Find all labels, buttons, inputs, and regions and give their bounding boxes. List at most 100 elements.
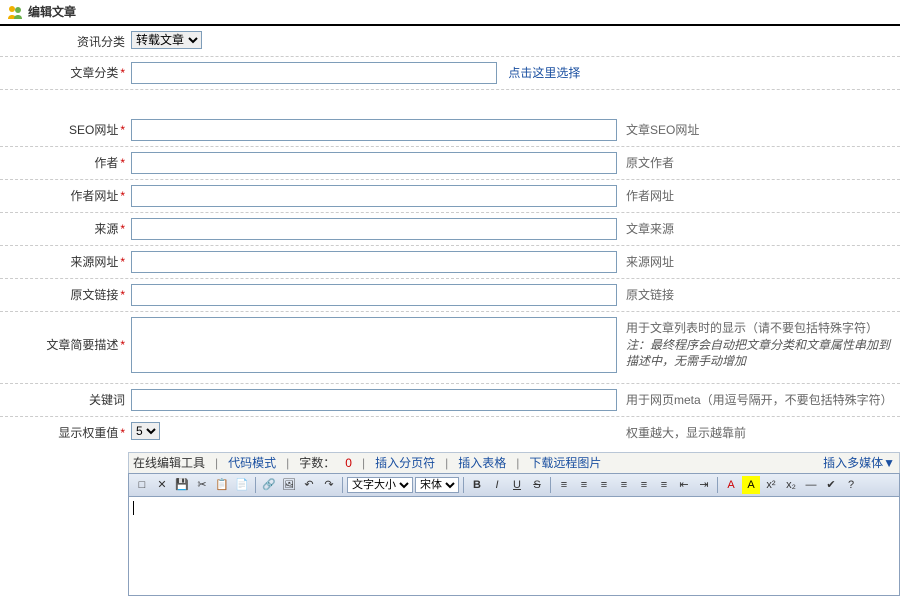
- tool-align-right-icon[interactable]: ≡: [595, 476, 613, 494]
- tool-unordered-list-icon[interactable]: ≡: [655, 476, 673, 494]
- label-weight: 显示权重值: [58, 426, 118, 440]
- link-select-category[interactable]: 点击这里选择: [508, 66, 580, 80]
- tool-outdent-icon[interactable]: ⇤: [675, 476, 693, 494]
- row-author: 作者* 原文作者: [0, 147, 900, 180]
- tool-strike-icon[interactable]: S: [528, 476, 546, 494]
- row-seo-url: SEO网址* 文章SEO网址: [0, 114, 900, 147]
- tool-help-icon[interactable]: ?: [842, 476, 860, 494]
- required-mark: *: [120, 288, 125, 302]
- hint-original-link: 原文链接: [626, 284, 900, 304]
- label-article-category: 文章分类: [70, 66, 118, 80]
- tool-bg-color-icon[interactable]: A: [742, 476, 760, 494]
- tool-font-color-icon[interactable]: A: [722, 476, 740, 494]
- editor-content-area[interactable]: [128, 497, 900, 596]
- link-insert-table[interactable]: 插入表格: [458, 455, 506, 472]
- textarea-summary[interactable]: [131, 317, 617, 373]
- required-mark: *: [120, 426, 125, 440]
- required-mark: *: [120, 123, 125, 137]
- tool-superscript-icon[interactable]: x²: [762, 476, 780, 494]
- input-source-url[interactable]: [131, 251, 617, 273]
- tool-align-center-icon[interactable]: ≡: [575, 476, 593, 494]
- tool-underline-icon[interactable]: U: [508, 476, 526, 494]
- editor-tool-label: 在线编辑工具: [133, 455, 205, 472]
- row-source-url: 来源网址* 来源网址: [0, 246, 900, 279]
- select-info-category[interactable]: 转载文章: [131, 31, 202, 49]
- tool-subscript-icon[interactable]: x₂: [782, 476, 800, 494]
- row-original-link: 原文链接* 原文链接: [0, 279, 900, 312]
- row-summary: 文章简要描述* 用于文章列表时的显示（请不要包括特殊字符） 注：最终程序会自动把…: [0, 312, 900, 384]
- required-mark: *: [120, 222, 125, 236]
- label-author: 作者: [94, 156, 118, 170]
- char-count-label: 字数：: [299, 455, 335, 472]
- hint-keywords: 用于网页meta（用逗号隔开，不要包括特殊字符）: [626, 389, 900, 409]
- label-keywords: 关键词: [89, 393, 125, 407]
- tool-italic-icon[interactable]: I: [488, 476, 506, 494]
- page-title: 编辑文章: [28, 4, 76, 21]
- editor-top-bar: 在线编辑工具 | 代码模式 | 字数：0 | 插入分页符 | 插入表格 | 下载…: [128, 452, 900, 473]
- editor-toolbar: □ ✕ 💾 ✂ 📋 📄 🔗 🖼 ↶ ↷ 文字大小 宋体 B I U S ≡ ≡ …: [128, 473, 900, 497]
- row-info-category: 资讯分类 转载文章: [0, 26, 900, 57]
- row-source: 来源* 文章来源: [0, 213, 900, 246]
- hint-weight: 权重越大，显示越靠前: [626, 422, 900, 442]
- tool-image-icon[interactable]: 🖼: [280, 476, 298, 494]
- required-mark: *: [120, 156, 125, 170]
- tool-cut-icon[interactable]: ✂: [193, 476, 211, 494]
- tool-hr-icon[interactable]: —: [802, 476, 820, 494]
- hint-source-url: 来源网址: [626, 251, 900, 271]
- link-insert-pagebreak[interactable]: 插入分页符: [375, 455, 435, 472]
- required-mark: *: [120, 338, 125, 352]
- hint-summary-1: 用于文章列表时的显示（请不要包括特殊字符）: [626, 320, 900, 337]
- tool-delete-icon[interactable]: ✕: [153, 476, 171, 494]
- input-source[interactable]: [131, 218, 617, 240]
- row-article-category: 文章分类* 点击这里选择: [0, 57, 900, 90]
- tool-bold-icon[interactable]: B: [468, 476, 486, 494]
- people-icon: [6, 3, 24, 21]
- tool-link-icon[interactable]: 🔗: [260, 476, 278, 494]
- tool-undo-icon[interactable]: ↶: [300, 476, 318, 494]
- label-source: 来源: [94, 222, 118, 236]
- char-count-value: 0: [345, 455, 352, 472]
- tool-ordered-list-icon[interactable]: ≡: [635, 476, 653, 494]
- hint-source: 文章来源: [626, 218, 900, 238]
- input-author[interactable]: [131, 152, 617, 174]
- select-font-size[interactable]: 文字大小: [347, 477, 413, 493]
- hint-summary-2: 注：最终程序会自动把文章分类和文章属性串加到描述中，无需手动增加: [626, 337, 900, 371]
- hint-author: 原文作者: [626, 152, 900, 172]
- required-mark: *: [120, 66, 125, 80]
- label-summary: 文章简要描述: [46, 338, 118, 352]
- required-mark: *: [120, 255, 125, 269]
- hint-author-url: 作者网址: [626, 185, 900, 205]
- label-author-url: 作者网址: [70, 189, 118, 203]
- required-mark: *: [120, 189, 125, 203]
- row-author-url: 作者网址* 作者网址: [0, 180, 900, 213]
- tool-align-justify-icon[interactable]: ≡: [615, 476, 633, 494]
- text-caret: [133, 501, 895, 515]
- input-keywords[interactable]: [131, 389, 617, 411]
- tool-save-icon[interactable]: 💾: [173, 476, 191, 494]
- tool-redo-icon[interactable]: ↷: [320, 476, 338, 494]
- rich-text-editor: 在线编辑工具 | 代码模式 | 字数：0 | 插入分页符 | 插入表格 | 下载…: [0, 452, 900, 596]
- label-source-url: 来源网址: [70, 255, 118, 269]
- link-insert-media[interactable]: 插入多媒体▼: [823, 455, 895, 472]
- row-keywords: 关键词 用于网页meta（用逗号隔开，不要包括特殊字符）: [0, 384, 900, 417]
- tool-spellcheck-icon[interactable]: ✔: [822, 476, 840, 494]
- select-font-family[interactable]: 宋体: [415, 477, 459, 493]
- label-original-link: 原文链接: [70, 288, 118, 302]
- label-info-category: 资讯分类: [77, 35, 125, 49]
- tool-new-icon[interactable]: □: [133, 476, 151, 494]
- row-weight: 显示权重值* 5 权重越大，显示越靠前: [0, 417, 900, 447]
- input-author-url[interactable]: [131, 185, 617, 207]
- tool-align-left-icon[interactable]: ≡: [555, 476, 573, 494]
- select-weight[interactable]: 5: [131, 422, 160, 440]
- label-seo-url: SEO网址: [69, 123, 118, 137]
- input-article-category[interactable]: [131, 62, 497, 84]
- tool-paste-icon[interactable]: 📄: [233, 476, 251, 494]
- title-bar: 编辑文章: [0, 0, 900, 26]
- link-code-mode[interactable]: 代码模式: [228, 455, 276, 472]
- tool-copy-icon[interactable]: 📋: [213, 476, 231, 494]
- tool-indent-icon[interactable]: ⇥: [695, 476, 713, 494]
- input-seo-url[interactable]: [131, 119, 617, 141]
- link-download-remote-image[interactable]: 下载远程图片: [529, 455, 601, 472]
- hint-seo-url: 文章SEO网址: [626, 119, 900, 139]
- input-original-link[interactable]: [131, 284, 617, 306]
